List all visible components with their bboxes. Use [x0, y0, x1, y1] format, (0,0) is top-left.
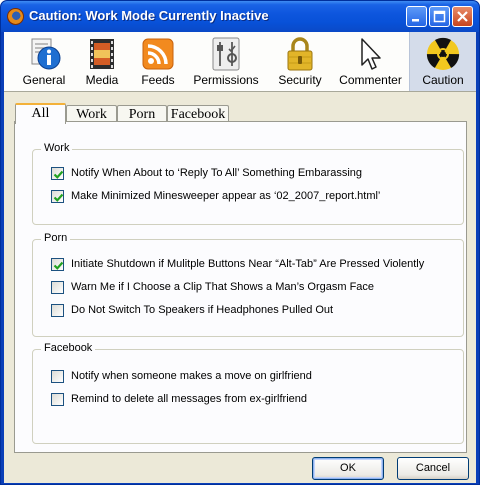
dialog-body: General Media Feeds Permissions Security… — [4, 32, 476, 483]
padlock-icon — [287, 37, 313, 71]
toolbar-item-security[interactable]: Security — [272, 32, 328, 91]
info-icon — [31, 38, 61, 70]
group-title-porn: Porn — [41, 232, 71, 244]
toolbar-item-feeds[interactable]: Feeds — [137, 32, 179, 91]
toolbar-label-security: Security — [278, 73, 322, 87]
ok-button[interactable]: OK — [312, 457, 384, 480]
option-label-delete-messages: Remind to delete all messages from ex-gi… — [71, 393, 307, 405]
media-film-icon — [90, 39, 114, 69]
tab-panel-all: Work Notify When About to ‘Reply To All’… — [14, 121, 467, 453]
group-porn: Porn Initiate Shutdown if Mulitple Butto… — [32, 232, 464, 337]
window-title: Caution: Work Mode Currently Inactive — [29, 8, 269, 23]
checkbox-reply-all[interactable] — [51, 167, 64, 180]
toolbar-item-commenter[interactable]: Commenter — [335, 32, 406, 91]
option-label-girlfriend-move: Notify when someone makes a move on girl… — [71, 370, 312, 382]
toolbar-label-permissions: Permissions — [193, 73, 259, 87]
cursor-arrow-icon — [361, 38, 381, 70]
option-label-headphones: Do Not Switch To Speakers if Headphones … — [71, 304, 334, 316]
checkbox-alt-tab-shutdown[interactable] — [51, 258, 64, 271]
radiation-icon — [426, 37, 460, 70]
firefox-app-icon — [7, 8, 24, 25]
toolbar-item-permissions[interactable]: Permissions — [190, 32, 262, 91]
tab-all[interactable]: All — [15, 103, 66, 124]
category-toolbar: General Media Feeds Permissions Security… — [4, 32, 476, 92]
checkbox-headphones[interactable] — [51, 304, 64, 317]
option-label-clip-warning: Warn Me if I Choose a Clip That Shows a … — [71, 281, 375, 293]
maximize-icon — [433, 10, 446, 23]
option-label-alt-tab-shutdown: Initiate Shutdown if Mulitple Buttons Ne… — [71, 258, 425, 270]
option-label-minesweeper: Make Minimized Minesweeper appear as ‘02… — [71, 190, 381, 202]
toolbar-label-commenter: Commenter — [339, 73, 402, 87]
checkmark-icon — [53, 261, 64, 270]
minimize-icon — [412, 19, 419, 22]
checkmark-icon — [53, 170, 64, 179]
toolbar-item-caution[interactable]: Caution — [409, 32, 476, 91]
group-work: Work Notify When About to ‘Reply To All’… — [32, 142, 464, 225]
toolbar-item-general[interactable]: General — [17, 32, 71, 91]
toolbar-label-feeds: Feeds — [141, 73, 175, 87]
group-facebook: Facebook Notify when someone makes a mov… — [32, 342, 464, 444]
sliders-icon — [212, 37, 240, 71]
option-label-reply-all: Notify When About to ‘Reply To All’ Some… — [71, 167, 363, 179]
toolbar-item-media[interactable]: Media — [79, 32, 125, 91]
group-title-work: Work — [41, 142, 73, 154]
cancel-button[interactable]: Cancel — [397, 457, 469, 480]
rss-feed-icon — [142, 38, 174, 70]
group-title-facebook: Facebook — [41, 342, 96, 354]
checkbox-delete-messages[interactable] — [51, 393, 64, 406]
toolbar-label-caution: Caution — [422, 73, 464, 87]
preferences-window: Caution: Work Mode Currently Inactive Ge… — [0, 0, 480, 485]
title-bar[interactable]: Caution: Work Mode Currently Inactive — [1, 1, 479, 32]
minimize-button[interactable] — [406, 6, 427, 27]
checkbox-minesweeper[interactable] — [51, 190, 64, 203]
checkbox-clip-warning[interactable] — [51, 281, 64, 294]
toolbar-label-media: Media — [85, 73, 119, 87]
close-icon — [457, 11, 468, 22]
checkbox-girlfriend-move[interactable] — [51, 370, 64, 383]
toolbar-label-general: General — [22, 73, 66, 87]
close-button[interactable] — [452, 6, 473, 27]
maximize-button[interactable] — [429, 6, 450, 27]
checkmark-icon — [53, 193, 64, 202]
